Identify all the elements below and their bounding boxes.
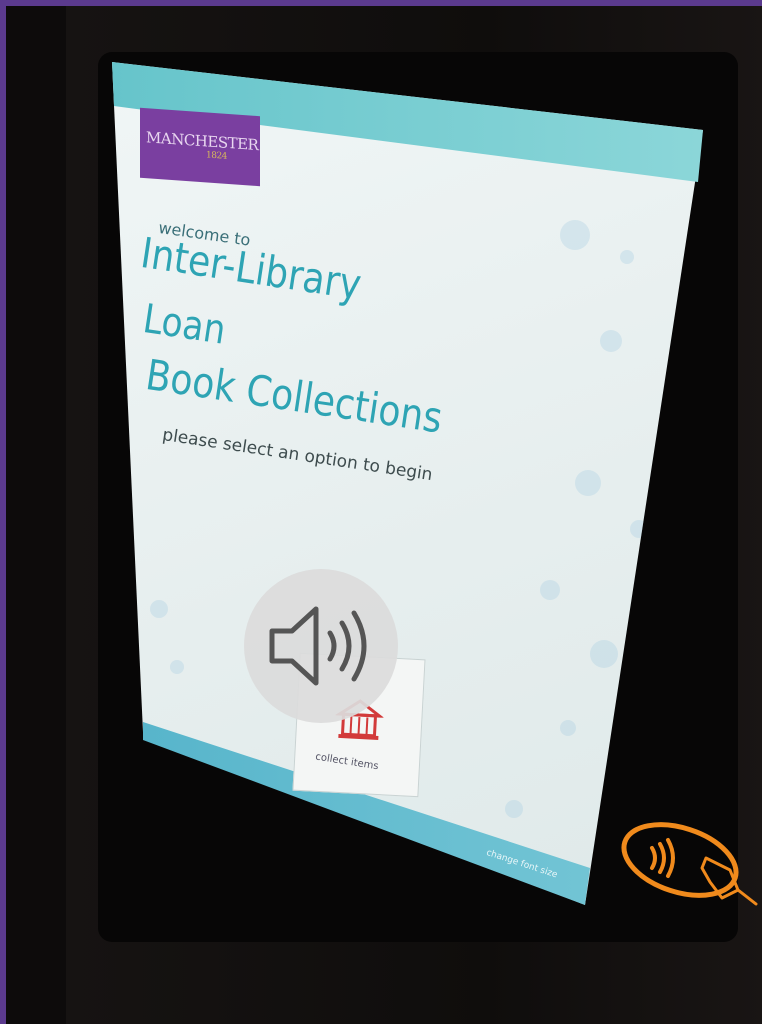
university-logo: MANCHESTER 1824 xyxy=(140,107,260,187)
logo-wordmark: MANCHESTER xyxy=(146,128,259,155)
speaker-icon[interactable] xyxy=(244,569,398,723)
logo-year: 1824 xyxy=(206,150,227,162)
collect-items-label: collect items xyxy=(314,751,380,773)
contactless-payment-icon xyxy=(621,822,758,906)
